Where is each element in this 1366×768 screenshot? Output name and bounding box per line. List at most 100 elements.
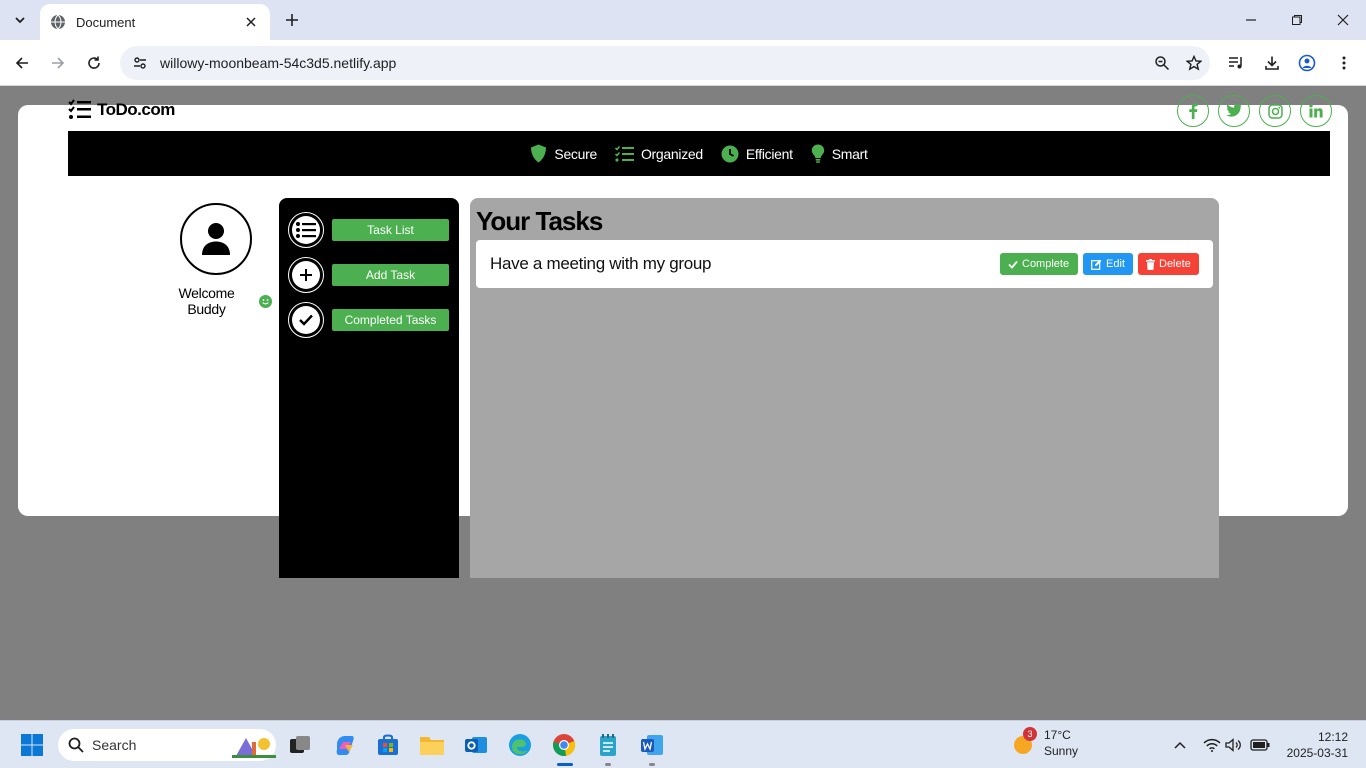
- avatar: [180, 203, 252, 275]
- url-text[interactable]: willowy-moonbeam-54c3d5.netlify.app: [160, 55, 1146, 71]
- linkedin-icon[interactable]: [1300, 95, 1332, 127]
- browser-toolbar: willowy-moonbeam-54c3d5.netlify.app: [0, 40, 1366, 86]
- facebook-icon[interactable]: [1177, 95, 1209, 127]
- feature-secure: Secure: [530, 144, 597, 163]
- back-button[interactable]: [8, 49, 36, 77]
- tab-title: Document: [76, 14, 136, 30]
- welcome-message: Welcome Buddy: [160, 285, 272, 317]
- media-control-button[interactable]: [1222, 49, 1250, 77]
- shield-icon: [531, 144, 547, 163]
- brand-name: ToDo.com: [97, 100, 175, 119]
- weather-temp: 17°C: [1044, 728, 1071, 742]
- smile-icon: [259, 294, 272, 308]
- file-explorer-icon[interactable]: [416, 729, 448, 761]
- tab-close-icon[interactable]: [242, 13, 260, 31]
- downloads-button[interactable]: [1258, 49, 1286, 77]
- taskbar-search[interactable]: Search: [58, 729, 276, 761]
- welcome-text: Welcome Buddy: [178, 285, 235, 317]
- search-placeholder: Search: [92, 737, 137, 753]
- brand-logo[interactable]: ToDo.com: [68, 99, 175, 121]
- profile-button[interactable]: [1293, 49, 1321, 77]
- new-tab-button[interactable]: [280, 8, 304, 32]
- list-check-icon: [614, 145, 634, 162]
- sidebar-item-completed-tasks[interactable]: Completed Tasks: [288, 302, 449, 338]
- feature-efficient: Efficient: [721, 145, 793, 163]
- notepad-icon[interactable]: [592, 729, 624, 761]
- windows-start-icon[interactable]: [16, 729, 48, 761]
- page-title: Your Tasks: [476, 206, 603, 236]
- task-text: Have a meeting with my group: [490, 254, 712, 273]
- complete-label: Complete: [1022, 258, 1070, 270]
- tab-search-button[interactable]: [8, 8, 32, 32]
- zoom-icon[interactable]: [1146, 49, 1178, 77]
- site-settings-icon[interactable]: [132, 55, 148, 71]
- list-icon: [292, 216, 320, 244]
- task-view-icon[interactable]: [284, 729, 316, 761]
- more-vertical-icon: [1342, 56, 1346, 70]
- microsoft-store-icon[interactable]: [372, 729, 404, 761]
- download-icon: [1265, 56, 1279, 70]
- task-item: Have a meeting with my group Complete Ed…: [476, 240, 1213, 288]
- weather-badge: 3: [1023, 727, 1037, 741]
- os-taskbar: Search 3 17°C Sunny 12:12 2025-03-31: [0, 720, 1366, 768]
- chevron-up-icon[interactable]: [1164, 729, 1196, 761]
- tasks-panel: Your Tasks Have a meeting with my group …: [470, 198, 1219, 578]
- notepad-running-indicator: [605, 763, 611, 766]
- arrow-left-icon: [15, 57, 28, 69]
- weather-text: 17°C Sunny: [1044, 727, 1078, 759]
- completed-tasks-button[interactable]: Completed Tasks: [332, 309, 449, 331]
- complete-button[interactable]: Complete: [1000, 253, 1078, 275]
- delete-label: Delete: [1159, 258, 1191, 270]
- social-links: [1177, 95, 1332, 127]
- word-running-indicator: [649, 763, 655, 766]
- sidebar: Task List Add Task Completed Tasks: [279, 198, 459, 578]
- plus-icon: [286, 14, 298, 26]
- clock-time: 12:12: [1317, 730, 1348, 744]
- weather-widget[interactable]: 3 17°C Sunny: [1012, 727, 1078, 759]
- chevron-down-icon: [15, 17, 25, 24]
- edit-icon: [1091, 259, 1102, 270]
- plus-icon: [292, 261, 320, 289]
- restore-icon: [1292, 15, 1302, 25]
- close-window-button[interactable]: [1320, 6, 1366, 34]
- sidebar-item-add-task[interactable]: Add Task: [288, 257, 449, 293]
- lightbulb-icon: [811, 144, 824, 163]
- sidebar-item-task-list[interactable]: Task List: [288, 212, 449, 248]
- check-icon: [292, 306, 320, 334]
- globe-icon: [51, 14, 65, 30]
- account-icon: [1298, 54, 1316, 72]
- browser-titlebar: Document: [0, 0, 1366, 40]
- trash-icon: [1146, 258, 1155, 270]
- twitter-icon[interactable]: [1218, 95, 1250, 127]
- add-task-button[interactable]: Add Task: [332, 264, 449, 286]
- edge-browser-icon[interactable]: [504, 729, 536, 761]
- system-clock[interactable]: 12:12 2025-03-31: [1287, 729, 1348, 761]
- restore-button[interactable]: [1274, 6, 1320, 34]
- battery-icon[interactable]: [1244, 729, 1276, 761]
- check-icon: [1008, 260, 1018, 269]
- delete-button[interactable]: Delete: [1138, 253, 1199, 275]
- feature-label: Smart: [831, 145, 868, 162]
- instagram-icon[interactable]: [1259, 95, 1291, 127]
- bookmark-star-icon[interactable]: [1178, 49, 1210, 77]
- forward-button[interactable]: [44, 49, 72, 77]
- user-icon: [202, 223, 230, 255]
- weather-condition: Sunny: [1044, 744, 1079, 758]
- sidebar-icon-ring: [288, 212, 324, 248]
- copilot-icon[interactable]: [329, 729, 361, 761]
- minimize-button[interactable]: [1228, 6, 1274, 34]
- task-list-button[interactable]: Task List: [332, 219, 449, 241]
- address-bar[interactable]: willowy-moonbeam-54c3d5.netlify.app: [120, 46, 1210, 80]
- user-profile: Welcome Buddy: [160, 203, 272, 317]
- outlook-icon[interactable]: [460, 729, 492, 761]
- edit-button[interactable]: Edit: [1083, 253, 1133, 275]
- reload-button[interactable]: [80, 49, 108, 77]
- arrow-right-icon: [52, 57, 65, 69]
- browser-tab[interactable]: Document: [40, 4, 270, 40]
- close-icon: [1337, 14, 1349, 26]
- word-icon[interactable]: [636, 729, 668, 761]
- chrome-icon[interactable]: [548, 729, 580, 761]
- browser-menu-button[interactable]: [1330, 49, 1358, 77]
- list-check-icon: [68, 99, 91, 119]
- chrome-active-indicator: [557, 763, 573, 766]
